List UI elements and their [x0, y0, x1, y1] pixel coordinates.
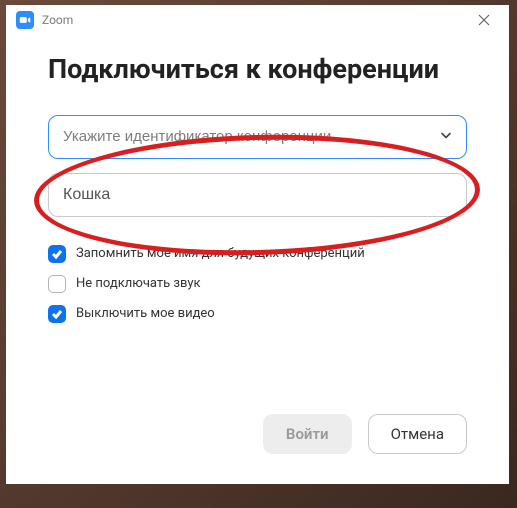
- name-field-wrap: [48, 173, 467, 217]
- option-label: Не подключать звук: [76, 276, 201, 291]
- close-icon: [478, 14, 490, 26]
- option-video-off[interactable]: Выключить мое видео: [48, 305, 467, 323]
- option-label: Запомнить мое имя для будущих конференци…: [76, 246, 365, 261]
- option-label: Выключить мое видео: [76, 306, 215, 321]
- cancel-button[interactable]: Отмена: [368, 414, 467, 454]
- close-button[interactable]: [469, 5, 499, 35]
- check-icon: [51, 308, 63, 320]
- dialog-buttons: Войти Отмена: [48, 398, 467, 454]
- dialog-content: Подключиться к конференции Запомнить мое…: [6, 35, 509, 484]
- option-remember-name[interactable]: Запомнить мое имя для будущих конференци…: [48, 245, 467, 263]
- meeting-id-input[interactable]: [48, 115, 467, 159]
- options-group: Запомнить мое имя для будущих конференци…: [48, 245, 467, 335]
- meeting-id-field-wrap: [48, 115, 467, 159]
- zoom-icon: [16, 11, 34, 29]
- checkbox-remember-name[interactable]: [48, 245, 66, 263]
- display-name-input[interactable]: [48, 173, 467, 217]
- titlebar: Zoom: [6, 5, 509, 35]
- app-title: Zoom: [42, 13, 73, 27]
- option-no-audio[interactable]: Не подключать звук: [48, 275, 467, 293]
- check-icon: [51, 248, 63, 260]
- checkbox-no-audio[interactable]: [48, 275, 66, 293]
- join-meeting-dialog: Zoom Подключиться к конференции Запомнит…: [6, 5, 509, 484]
- checkbox-video-off[interactable]: [48, 305, 66, 323]
- join-button[interactable]: Войти: [263, 414, 352, 454]
- page-title: Подключиться к конференции: [48, 53, 467, 87]
